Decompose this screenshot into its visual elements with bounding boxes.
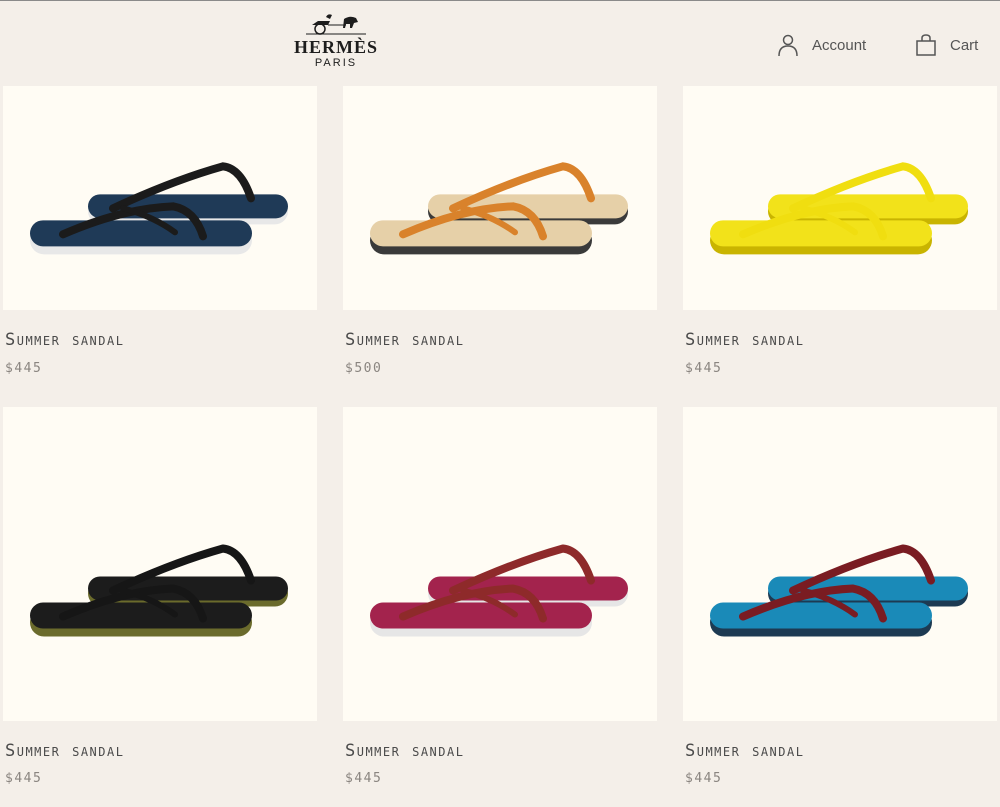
product-image[interactable] [3, 86, 317, 310]
product-name[interactable]: Summer sandal [5, 741, 124, 761]
product-price: $445 [5, 771, 43, 786]
cart-label: Cart [950, 36, 979, 54]
cart-link[interactable]: Cart [914, 31, 978, 59]
sandal-image [710, 162, 968, 255]
product-image[interactable] [683, 407, 997, 721]
product-image[interactable] [343, 407, 657, 721]
product-image[interactable] [683, 86, 997, 310]
sandal-image [370, 162, 628, 255]
product-name[interactable]: Summer sandal [345, 330, 464, 350]
carriage-icon [306, 14, 366, 35]
product-price: $445 [345, 771, 383, 786]
product-name[interactable]: Summer sandal [5, 330, 124, 350]
product-price: $500 [345, 361, 383, 376]
account-label: Account [812, 36, 867, 54]
product-price: $445 [5, 361, 43, 376]
sandal-image [30, 544, 288, 637]
product-name[interactable]: Summer sandal [345, 741, 464, 761]
product-image[interactable] [3, 407, 317, 721]
site-header: HERMÈS PARIS Account Cart [0, 1, 1000, 85]
sandal-image [30, 162, 288, 255]
product-price: $445 [685, 361, 723, 376]
brand-logo[interactable]: HERMÈS PARIS [286, 13, 386, 73]
brand-name: HERMÈS [293, 37, 378, 57]
account-link[interactable]: Account [776, 31, 866, 59]
user-icon [778, 34, 798, 57]
product-price: $445 [685, 771, 723, 786]
sandal-image [710, 544, 968, 637]
brand-city: PARIS [314, 57, 358, 69]
product-image[interactable] [343, 86, 657, 310]
product-name[interactable]: Summer sandal [685, 330, 804, 350]
sandal-image [370, 544, 628, 637]
product-name[interactable]: Summer sandal [685, 741, 804, 761]
shopping-bag-icon [916, 34, 936, 56]
